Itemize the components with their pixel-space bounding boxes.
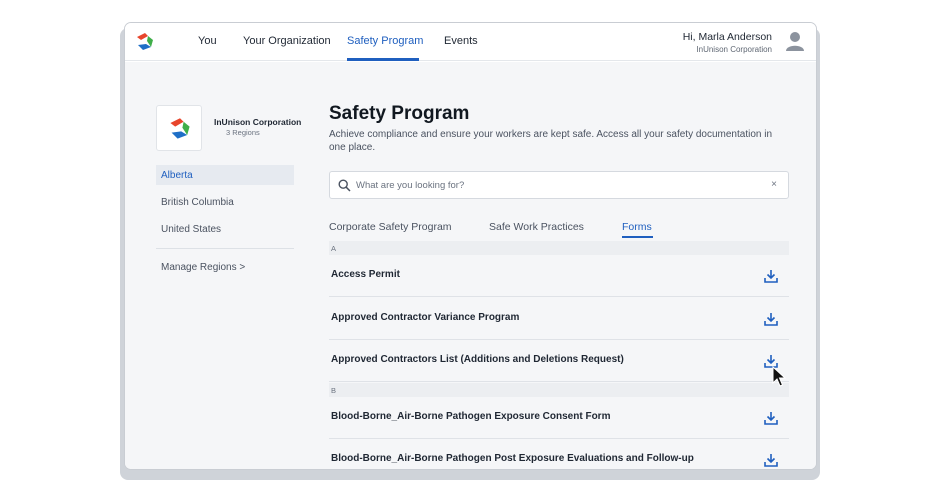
- download-icon[interactable]: [763, 410, 779, 426]
- organization-region-count: 3 Regions: [226, 128, 260, 137]
- tab-corporate-safety-program[interactable]: Corporate Safety Program: [329, 221, 452, 233]
- nav-events[interactable]: Events: [444, 35, 478, 47]
- search-icon: [338, 179, 351, 192]
- nav-safety-program[interactable]: Safety Program: [347, 35, 423, 47]
- page-title: Safety Program: [329, 103, 470, 124]
- nav-your-organization[interactable]: Your Organization: [243, 35, 331, 47]
- user-organization: InUnison Corporation: [696, 45, 772, 54]
- nav-you[interactable]: You: [198, 35, 217, 47]
- user-greeting: Hi, Marla Anderson: [682, 31, 772, 43]
- tab-safe-work-practices[interactable]: Safe Work Practices: [489, 221, 584, 233]
- page-subtitle: Achieve compliance and ensure your worke…: [329, 129, 773, 153]
- sidebar-divider: [156, 248, 294, 249]
- form-title: Approved Contractors List (Additions and…: [331, 354, 624, 365]
- mouse-pointer-icon: [772, 366, 786, 387]
- app-window: You Your Organization Safety Program Eve…: [124, 22, 817, 470]
- clear-icon[interactable]: ×: [771, 179, 777, 190]
- list-item[interactable]: Access Permit: [329, 255, 789, 297]
- form-title: Blood-Borne_Air-Borne Pathogen Exposure …: [331, 411, 611, 422]
- download-icon[interactable]: [763, 268, 779, 284]
- user-avatar-icon[interactable]: [784, 30, 806, 52]
- search-box[interactable]: ×: [329, 171, 789, 199]
- form-title: Approved Contractor Variance Program: [331, 312, 520, 323]
- group-header-b: B: [329, 383, 789, 397]
- manage-regions-link[interactable]: Manage Regions >: [161, 262, 245, 273]
- inunison-logo-icon: [170, 118, 190, 139]
- top-navigation: You Your Organization Safety Program Eve…: [125, 23, 816, 61]
- tab-active-indicator: [622, 236, 653, 238]
- organization-logo: [156, 105, 202, 151]
- group-header-a: A: [329, 241, 789, 255]
- download-icon[interactable]: [763, 452, 779, 468]
- form-title: Access Permit: [331, 269, 400, 280]
- organization-card: InUnison Corporation 3 Regions: [156, 105, 301, 153]
- list-item[interactable]: Blood-Borne_Air-Borne Pathogen Exposure …: [329, 397, 789, 439]
- sidebar-region-united-states[interactable]: United States: [156, 219, 294, 239]
- list-item[interactable]: Approved Contractors List (Additions and…: [329, 340, 789, 382]
- nav-active-indicator: [347, 58, 419, 61]
- list-item[interactable]: Approved Contractor Variance Program: [329, 298, 789, 340]
- form-title: Blood-Borne_Air-Borne Pathogen Post Expo…: [331, 453, 694, 464]
- sidebar-region-alberta[interactable]: Alberta: [156, 165, 294, 185]
- sidebar-region-british-columbia[interactable]: British Columbia: [156, 192, 294, 212]
- organization-name: InUnison Corporation: [214, 117, 302, 127]
- user-menu[interactable]: Hi, Marla Anderson InUnison Corporation: [683, 31, 772, 54]
- inunison-logo-icon[interactable]: [135, 32, 155, 52]
- tab-forms[interactable]: Forms: [622, 221, 652, 233]
- list-item[interactable]: Blood-Borne_Air-Borne Pathogen Post Expo…: [329, 439, 789, 469]
- download-icon[interactable]: [763, 311, 779, 327]
- search-input[interactable]: [356, 178, 756, 193]
